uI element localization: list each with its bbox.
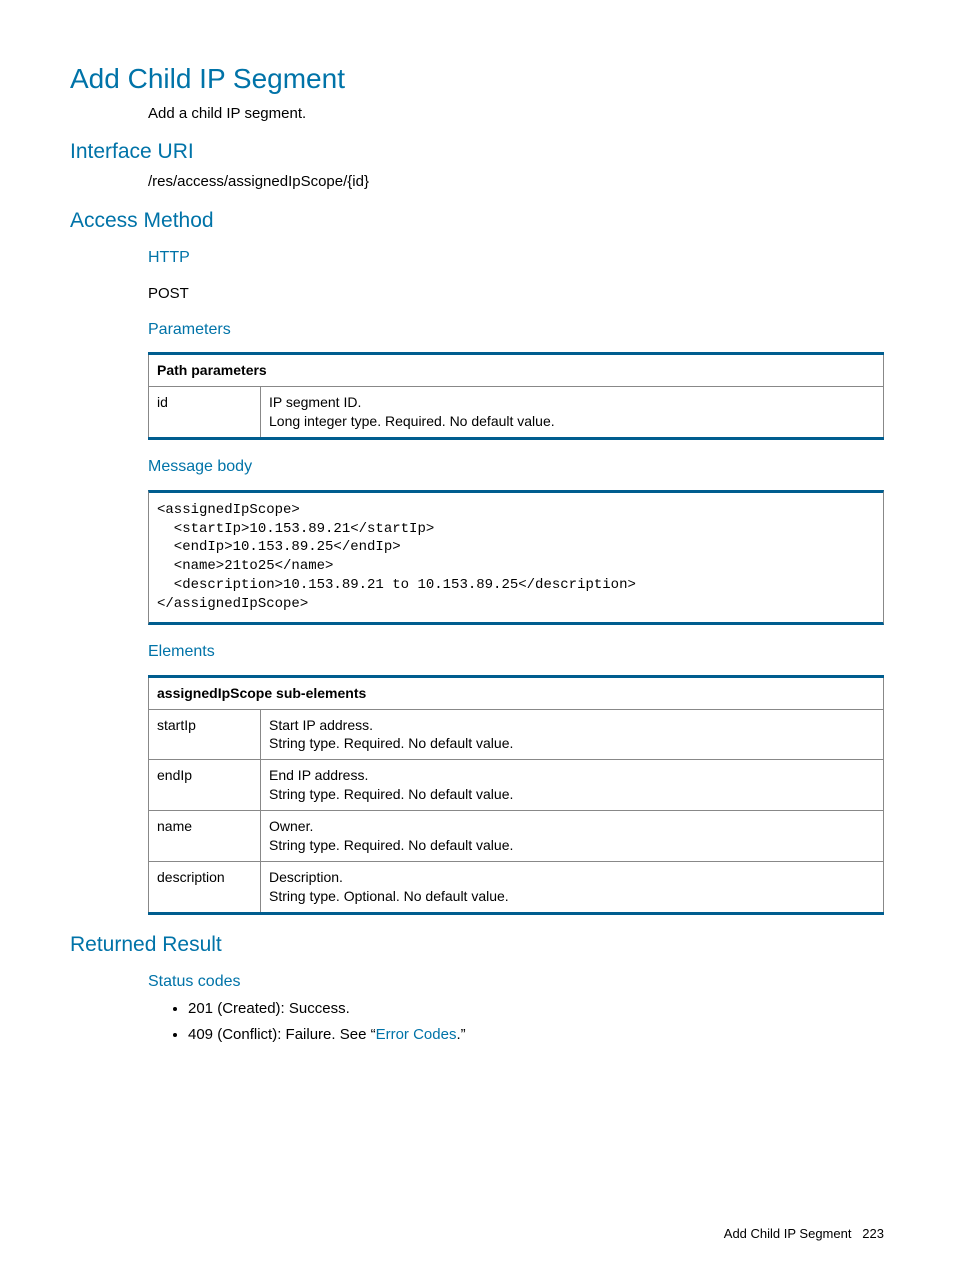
list-item: 409 (Conflict): Failure. See “Error Code…	[188, 1025, 884, 1045]
page-subtitle: Add a child IP segment.	[148, 104, 884, 124]
table-header-row: assignedIpScope sub-elements	[149, 676, 884, 709]
table-row: description Description. String type. Op…	[149, 861, 884, 913]
element-desc: Start IP address. String type. Required.…	[261, 709, 884, 760]
http-heading: HTTP	[148, 247, 884, 269]
http-value: POST	[148, 284, 884, 304]
status-prefix: 409 (Conflict): Failure. See “	[188, 1026, 376, 1043]
message-body-heading: Message body	[148, 456, 884, 478]
param-desc-line1: IP segment ID.	[269, 393, 875, 412]
element-name: startIp	[149, 709, 261, 760]
element-desc-line1: Start IP address.	[269, 716, 875, 735]
page-title: Add Child IP Segment	[70, 60, 884, 98]
parameters-heading: Parameters	[148, 319, 884, 341]
param-desc-line2: Long integer type. Required. No default …	[269, 412, 875, 431]
param-desc: IP segment ID. Long integer type. Requir…	[261, 387, 884, 439]
interface-uri-value: /res/access/assignedIpScope/{id}	[148, 172, 884, 192]
element-desc-line2: String type. Required. No default value.	[269, 785, 875, 804]
status-codes-heading: Status codes	[148, 971, 884, 993]
path-params-header: Path parameters	[149, 354, 884, 387]
error-codes-link[interactable]: Error Codes	[376, 1026, 457, 1043]
page-footer: Add Child IP Segment 223	[70, 1225, 884, 1243]
element-name: name	[149, 811, 261, 862]
status-list: 201 (Created): Success. 409 (Conflict): …	[148, 999, 884, 1046]
footer-page: 223	[862, 1226, 884, 1241]
param-name: id	[149, 387, 261, 439]
elements-table: assignedIpScope sub-elements startIp Sta…	[148, 675, 884, 915]
element-desc-line1: Description.	[269, 868, 875, 887]
interface-uri-heading: Interface URI	[70, 138, 884, 166]
element-desc-line1: Owner.	[269, 817, 875, 836]
table-row: startIp Start IP address. String type. R…	[149, 709, 884, 760]
table-header-row: Path parameters	[149, 354, 884, 387]
element-desc: Description. String type. Optional. No d…	[261, 861, 884, 913]
table-row: endIp End IP address. String type. Requi…	[149, 760, 884, 811]
element-name: description	[149, 861, 261, 913]
path-parameters-table: Path parameters id IP segment ID. Long i…	[148, 352, 884, 440]
returned-result-heading: Returned Result	[70, 931, 884, 959]
element-desc-line2: String type. Optional. No default value.	[269, 887, 875, 906]
element-desc-line2: String type. Required. No default value.	[269, 836, 875, 855]
footer-label: Add Child IP Segment	[724, 1226, 852, 1241]
access-method-heading: Access Method	[70, 207, 884, 235]
element-name: endIp	[149, 760, 261, 811]
message-body-code: <assignedIpScope> <startIp>10.153.89.21<…	[148, 490, 884, 625]
table-row: id IP segment ID. Long integer type. Req…	[149, 387, 884, 439]
list-item: 201 (Created): Success.	[188, 999, 884, 1019]
status-suffix: .”	[456, 1026, 465, 1043]
elements-heading: Elements	[148, 641, 884, 663]
element-desc-line1: End IP address.	[269, 766, 875, 785]
element-desc-line2: String type. Required. No default value.	[269, 734, 875, 753]
element-desc: End IP address. String type. Required. N…	[261, 760, 884, 811]
elements-header: assignedIpScope sub-elements	[149, 676, 884, 709]
table-row: name Owner. String type. Required. No de…	[149, 811, 884, 862]
element-desc: Owner. String type. Required. No default…	[261, 811, 884, 862]
